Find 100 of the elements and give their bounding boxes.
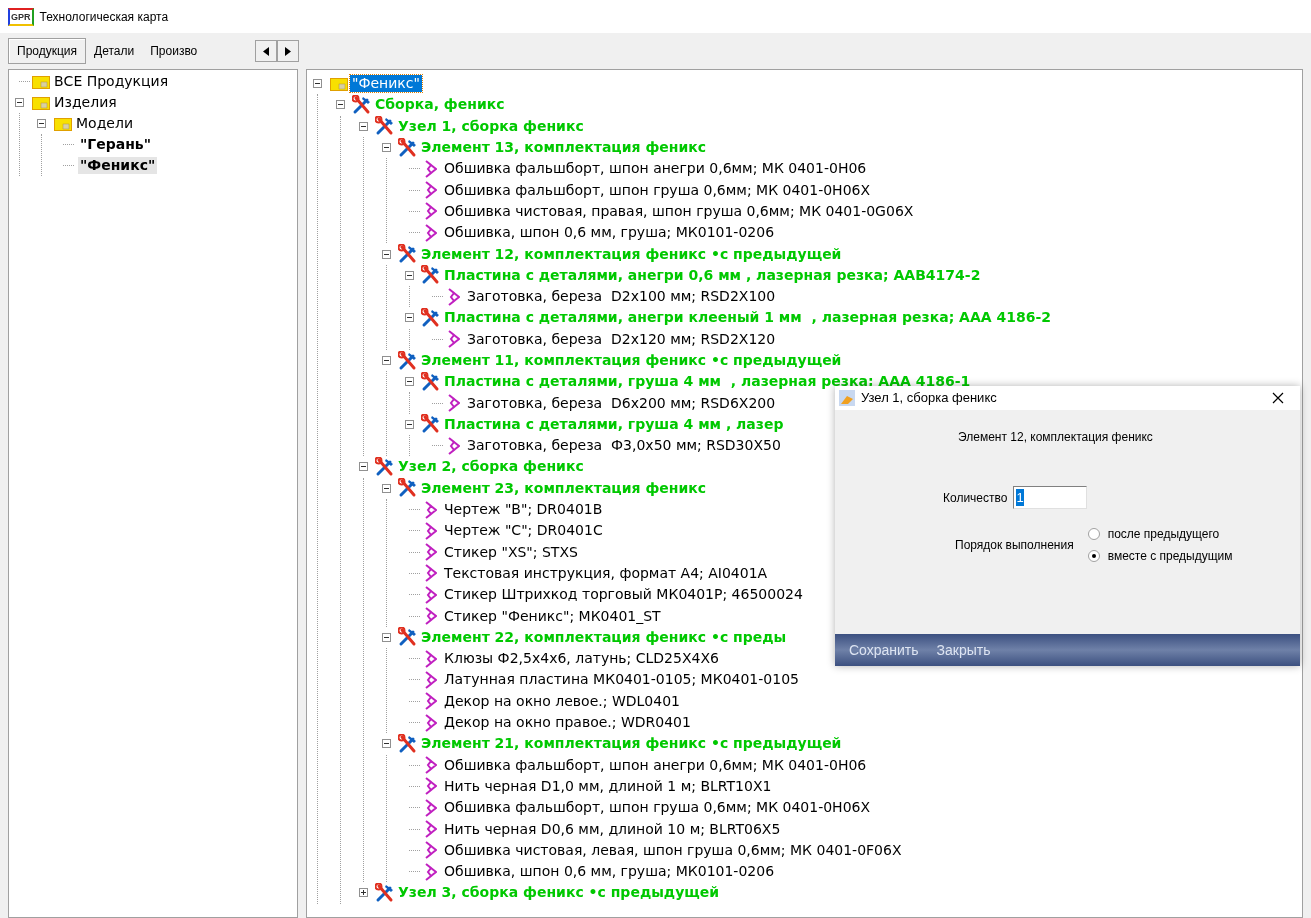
tree-item[interactable]: "Феникс" [350, 75, 422, 93]
order-label: Порядок выполнения [955, 537, 1074, 554]
part-icon [425, 777, 437, 796]
tree-item[interactable]: Заготовка, береза D6x200 мм; RSD6X200 [465, 394, 778, 412]
folder-icon [54, 116, 72, 131]
folder-icon [32, 74, 50, 89]
folder-icon [32, 95, 50, 110]
tree-item[interactable]: Обшивка, шпон 0,6 мм, груша; МК0101-0206 [442, 224, 777, 242]
tree-item[interactable]: Модели [74, 115, 135, 132]
part-icon [425, 862, 437, 881]
expand-toggle[interactable] [405, 270, 414, 280]
tree-item[interactable]: Заготовка, береза Ф3,0x50 мм; RSD30X50 [465, 437, 783, 455]
tools-icon [421, 265, 441, 286]
tree-item[interactable]: Декор на окно левое.; WDL0401 [442, 692, 682, 710]
tree-item[interactable]: Латунная пластина МК0401-0105; МК0401-0105 [442, 671, 801, 689]
expand-toggle[interactable] [382, 483, 391, 493]
scroll-right-button[interactable] [277, 40, 299, 62]
app-logo: GPR [8, 7, 34, 26]
dialog-icon [839, 390, 855, 406]
tools-icon [375, 882, 395, 903]
tree-item[interactable]: ВСЕ Продукция [52, 73, 171, 90]
expand-toggle[interactable] [382, 249, 391, 259]
dialog-title: Узел 1, сборка феникс [861, 389, 998, 408]
expand-toggle[interactable] [405, 377, 414, 387]
expand-toggle[interactable] [382, 632, 391, 642]
tree-item[interactable]: Обшивка, шпон 0,6 мм, груша; МК0101-0206 [442, 863, 777, 881]
tree-item[interactable]: Клюзы Ф2,5х4х6, латунь; CLD25X4X6 [442, 650, 721, 668]
tools-icon [421, 414, 441, 435]
tree-item[interactable]: "Герань" [78, 136, 153, 153]
expand-toggle[interactable] [359, 888, 368, 898]
tab[interactable]: Продукция [8, 38, 87, 64]
part-icon [425, 756, 437, 775]
part-icon [425, 564, 437, 583]
radio-label: после предыдущего [1107, 526, 1220, 543]
expand-toggle[interactable] [336, 100, 345, 110]
tools-icon [421, 307, 441, 328]
tree-item[interactable]: Стикер Штрихкод торговый МК0401Р; 46500024 [442, 586, 805, 604]
part-icon [425, 181, 437, 200]
tools-icon [398, 627, 418, 648]
tab[interactable]: Детали [86, 38, 143, 64]
part-icon [425, 223, 437, 242]
expand-toggle[interactable] [382, 739, 391, 749]
window-title: Технологическая карта [39, 8, 169, 26]
tree-item[interactable]: Нить черная D0,6 мм, длиной 10 м; BLRT06X5 [442, 820, 783, 838]
expand-toggle[interactable] [382, 356, 391, 365]
expand-toggle[interactable] [37, 119, 46, 128]
part-icon [425, 649, 437, 668]
tree-item[interactable]: Декор на окно правое.; WDR0401 [442, 714, 693, 732]
tree-item[interactable]: Обшивка фальшборт, шпон груша 0,6мм; МК 0401-0Н06Х [442, 181, 873, 199]
tree-item[interactable]: Обшивка чистовая, правая, шпон груша 0,6мм; МК 0401-0G06X [442, 202, 916, 220]
tree-item[interactable]: Обшивка фальшборт, шпон анегри 0,6мм; МК 0401-0Н06 [442, 160, 869, 178]
tools-icon [352, 94, 372, 115]
part-icon [425, 159, 437, 178]
tree-item[interactable]: Заготовка, береза D2x100 мм; RSD2X100 [465, 288, 778, 306]
dialog-heading: Элемент 12, комплектация феникс [958, 429, 1154, 446]
quantity-field[interactable]: 1 [1013, 486, 1088, 509]
tools-icon [375, 116, 395, 137]
part-icon [425, 543, 437, 562]
tree-item[interactable]: Стикер "Феникс"; МК0401_ST [442, 607, 663, 625]
radio-label: вместе с предыдущим [1107, 548, 1233, 565]
part-icon [425, 202, 437, 221]
tree-item[interactable]: Обшивка фальшборт, шпон груша 0,6мм; МК 0401-0Н06Х [442, 799, 873, 817]
tools-icon [375, 457, 395, 477]
folder-icon [330, 76, 348, 91]
tree-item[interactable]: Изделия [52, 94, 119, 111]
tree-item[interactable]: Текстовая инструкция, формат А4; AI0401A [442, 564, 770, 582]
tree-item[interactable]: Чертеж "B"; DR0401B [442, 501, 605, 519]
tools-icon [398, 350, 418, 371]
part-icon [425, 607, 437, 626]
part-icon [425, 713, 437, 732]
left-arrow-icon [263, 46, 269, 56]
tree-item[interactable]: Стикер "XS"; STXS [442, 543, 580, 561]
expand-toggle[interactable] [405, 313, 414, 323]
tree-item[interactable]: Обшивка чистовая, левая, шпон груша 0,6мм; МК 0401-0F06X [442, 841, 904, 859]
tab[interactable]: Произво [142, 38, 206, 64]
tree-item[interactable]: Заготовка, береза D2x120 мм; RSD2X120 [465, 330, 778, 348]
tools-icon [421, 371, 441, 392]
tools-icon [398, 733, 418, 754]
tree-item[interactable]: Чертеж "C"; DR0401C [442, 522, 605, 540]
expand-toggle[interactable] [382, 143, 391, 153]
tree-item[interactable]: Обшивка фальшборт, шпон анегри 0,6мм; МК 0401-0Н06 [442, 756, 869, 774]
tools-icon [398, 137, 418, 158]
tree-item[interactable]: Нить черная D1,0 мм, длиной 1 м; BLRT10X1 [442, 777, 774, 795]
quantity-label: Количество [943, 489, 1008, 507]
expand-toggle[interactable] [359, 121, 368, 131]
tools-icon [398, 478, 418, 499]
expand-toggle[interactable] [313, 79, 322, 89]
part-icon [425, 692, 437, 711]
tree-item[interactable]: "Феникс" [78, 157, 158, 174]
part-icon [425, 585, 437, 604]
expand-toggle[interactable] [15, 98, 24, 107]
part-icon [448, 287, 460, 306]
part-icon [425, 500, 437, 519]
radio-button[interactable] [1087, 528, 1100, 540]
part-icon [425, 841, 437, 860]
scroll-left-button[interactable] [255, 40, 277, 62]
expand-toggle[interactable] [405, 419, 414, 429]
expand-toggle[interactable] [359, 462, 368, 472]
close-icon [1272, 392, 1284, 404]
radio-button[interactable] [1087, 550, 1100, 562]
